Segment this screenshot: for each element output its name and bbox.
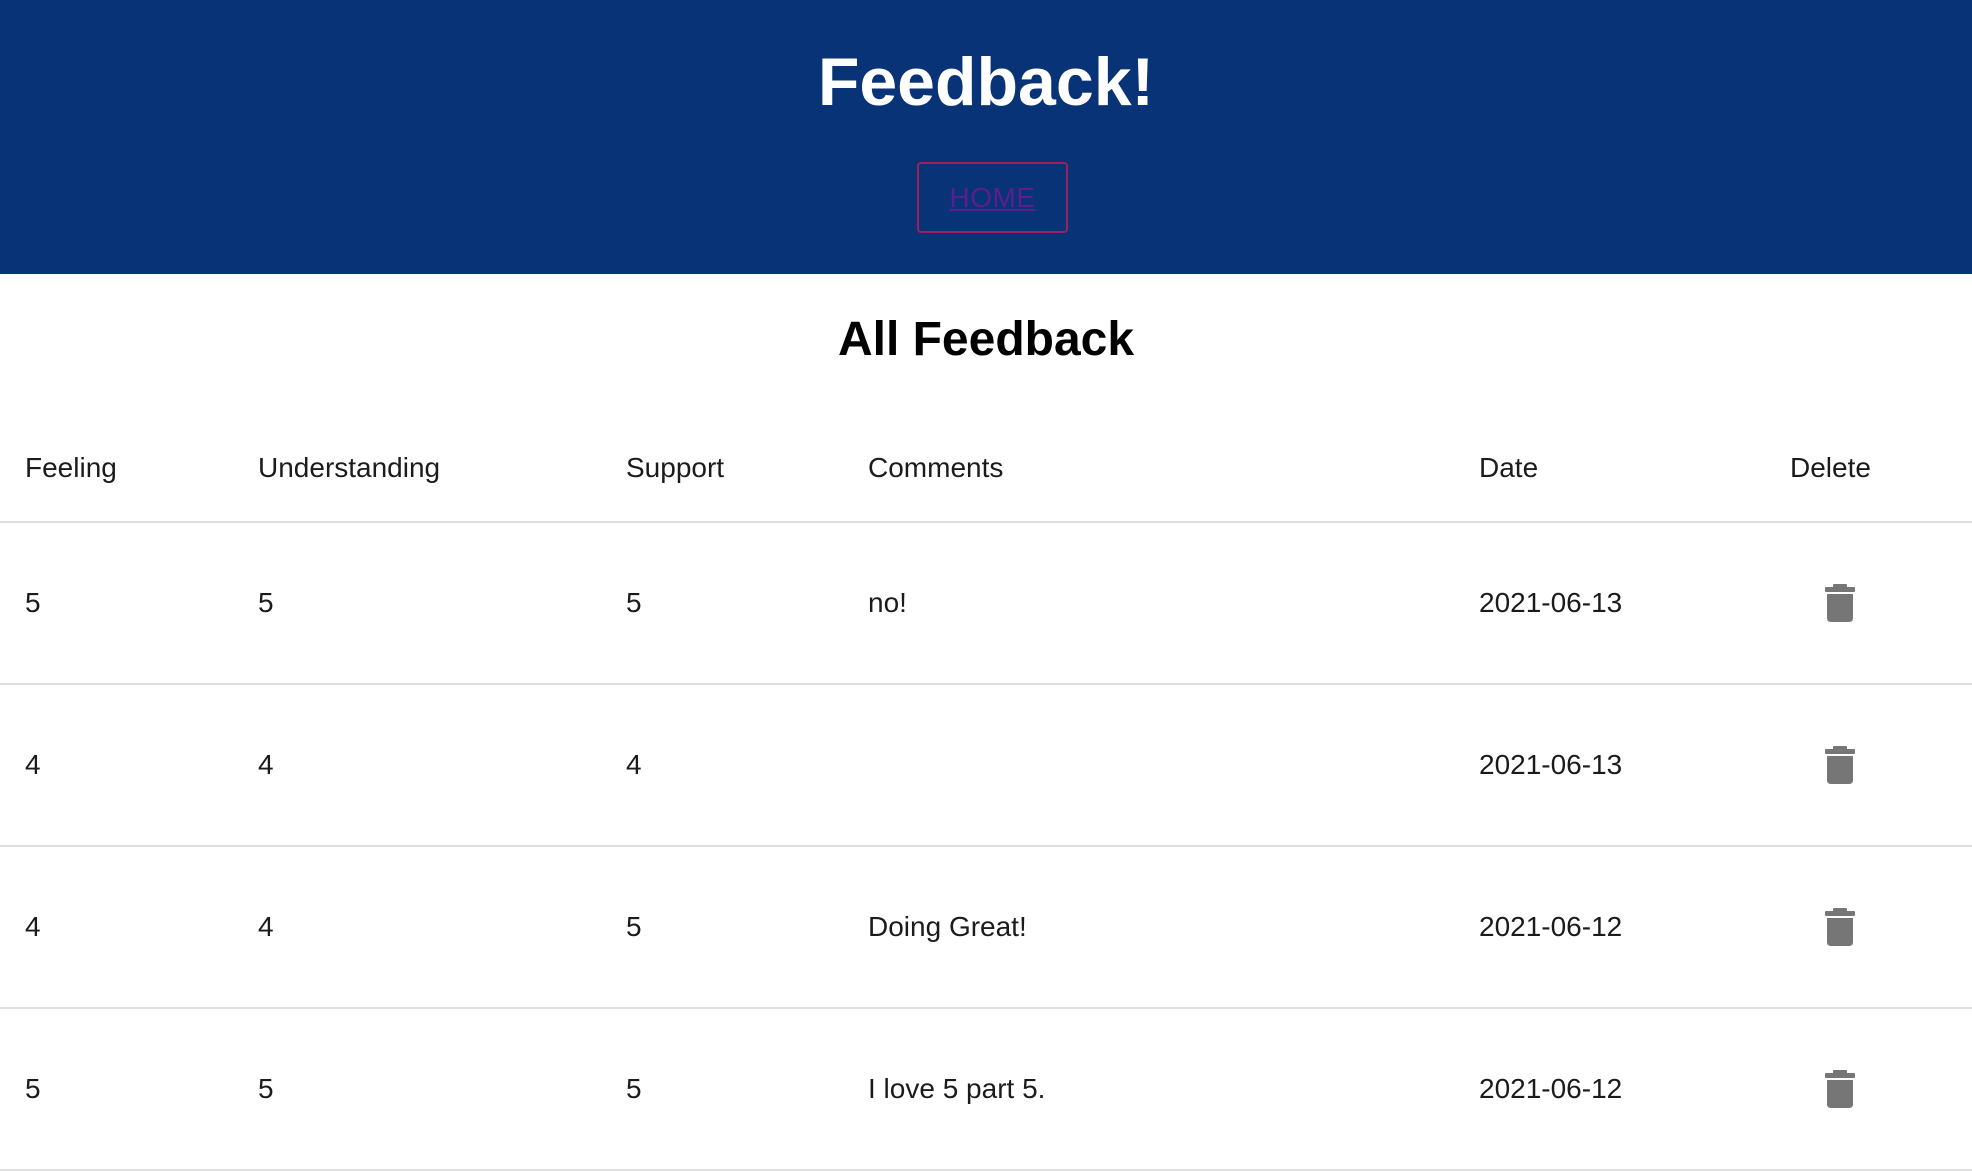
cell-understanding: 5	[233, 1008, 601, 1171]
cell-feeling: 4	[0, 684, 233, 847]
column-header-feeling: Feeling	[0, 415, 233, 523]
cell-date: 2021-06-12	[1454, 846, 1765, 1009]
cell-feeling: 5	[0, 522, 233, 685]
cell-comments: no!	[843, 522, 1454, 685]
cell-date: 2021-06-13	[1454, 522, 1765, 685]
delete-button[interactable]	[1810, 897, 1870, 957]
table-row: 4 4 4 2021-06-13	[0, 684, 1972, 847]
table-row: 4 4 5 Doing Great! 2021-06-12	[0, 846, 1972, 1009]
column-header-comments: Comments	[843, 415, 1454, 523]
home-link-label[interactable]: HOME	[950, 182, 1036, 214]
table-row: 5 5 5 no! 2021-06-13	[0, 522, 1972, 685]
cell-feeling: 4	[0, 846, 233, 1009]
table-header-row: Feeling Understanding Support Comments D…	[0, 415, 1972, 523]
trash-icon[interactable]	[1825, 1070, 1855, 1108]
page-title: All Feedback	[837, 313, 1135, 366]
column-header-date: Date	[1454, 415, 1765, 523]
delete-button[interactable]	[1810, 735, 1870, 795]
app-title: Feedback!	[817, 44, 1155, 120]
cell-support: 5	[601, 522, 843, 685]
cell-support: 5	[601, 846, 843, 1009]
column-header-delete: Delete	[1765, 415, 1972, 523]
cell-delete	[1765, 522, 1972, 685]
home-button[interactable]: HOME	[917, 162, 1068, 233]
column-header-support: Support	[601, 415, 843, 523]
cell-feeling: 5	[0, 1008, 233, 1171]
cell-comments	[843, 684, 1454, 847]
trash-icon[interactable]	[1825, 584, 1855, 622]
column-header-understanding: Understanding	[233, 415, 601, 523]
feedback-table: Feeling Understanding Support Comments D…	[0, 415, 1972, 1171]
app-header: Feedback! HOME	[0, 0, 1972, 274]
cell-understanding: 5	[233, 522, 601, 685]
cell-support: 5	[601, 1008, 843, 1171]
delete-button[interactable]	[1810, 573, 1870, 633]
trash-icon[interactable]	[1825, 746, 1855, 784]
cell-understanding: 4	[233, 684, 601, 847]
cell-date: 2021-06-12	[1454, 1008, 1765, 1171]
cell-comments: I love 5 part 5.	[843, 1008, 1454, 1171]
cell-support: 4	[601, 684, 843, 847]
trash-icon[interactable]	[1825, 908, 1855, 946]
table-row: 5 5 5 I love 5 part 5. 2021-06-12	[0, 1008, 1972, 1171]
cell-delete	[1765, 846, 1972, 1009]
cell-delete	[1765, 1008, 1972, 1171]
delete-button[interactable]	[1810, 1059, 1870, 1119]
cell-date: 2021-06-13	[1454, 684, 1765, 847]
cell-understanding: 4	[233, 846, 601, 1009]
cell-delete	[1765, 684, 1972, 847]
cell-comments: Doing Great!	[843, 846, 1454, 1009]
